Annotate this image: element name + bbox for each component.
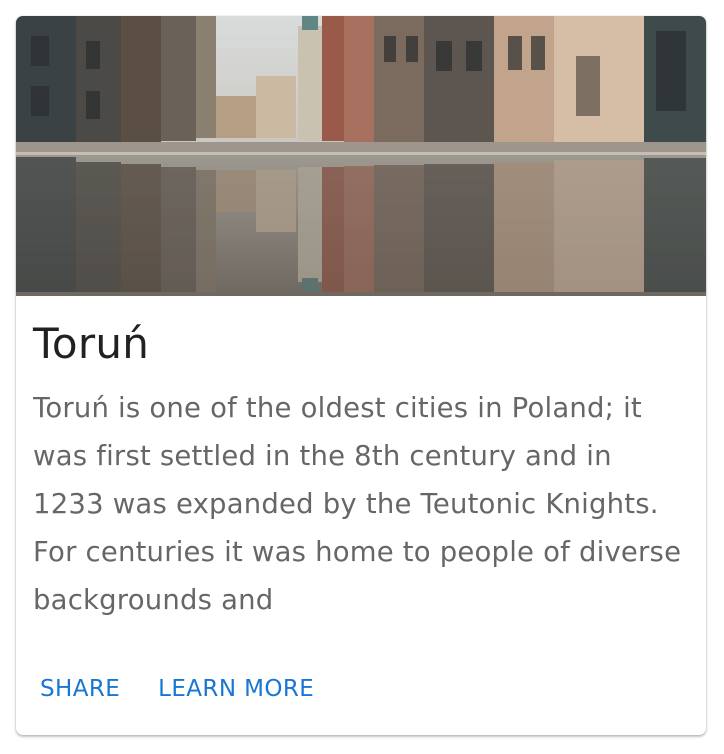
card-title: Toruń <box>33 319 150 368</box>
learn-more-button[interactable]: LEARN MORE <box>146 668 326 710</box>
card-content: Toruń Toruń is one of the oldest cities … <box>16 296 706 624</box>
card-media-image <box>16 16 706 296</box>
city-card: Toruń Toruń is one of the oldest cities … <box>16 16 706 735</box>
card-description: Toruń is one of the oldest cities in Pol… <box>33 392 682 616</box>
page: Toruń Toruń is one of the oldest cities … <box>0 0 724 754</box>
share-button[interactable]: SHARE <box>28 668 132 710</box>
card-actions: SHARE LEARN MORE <box>16 643 706 735</box>
